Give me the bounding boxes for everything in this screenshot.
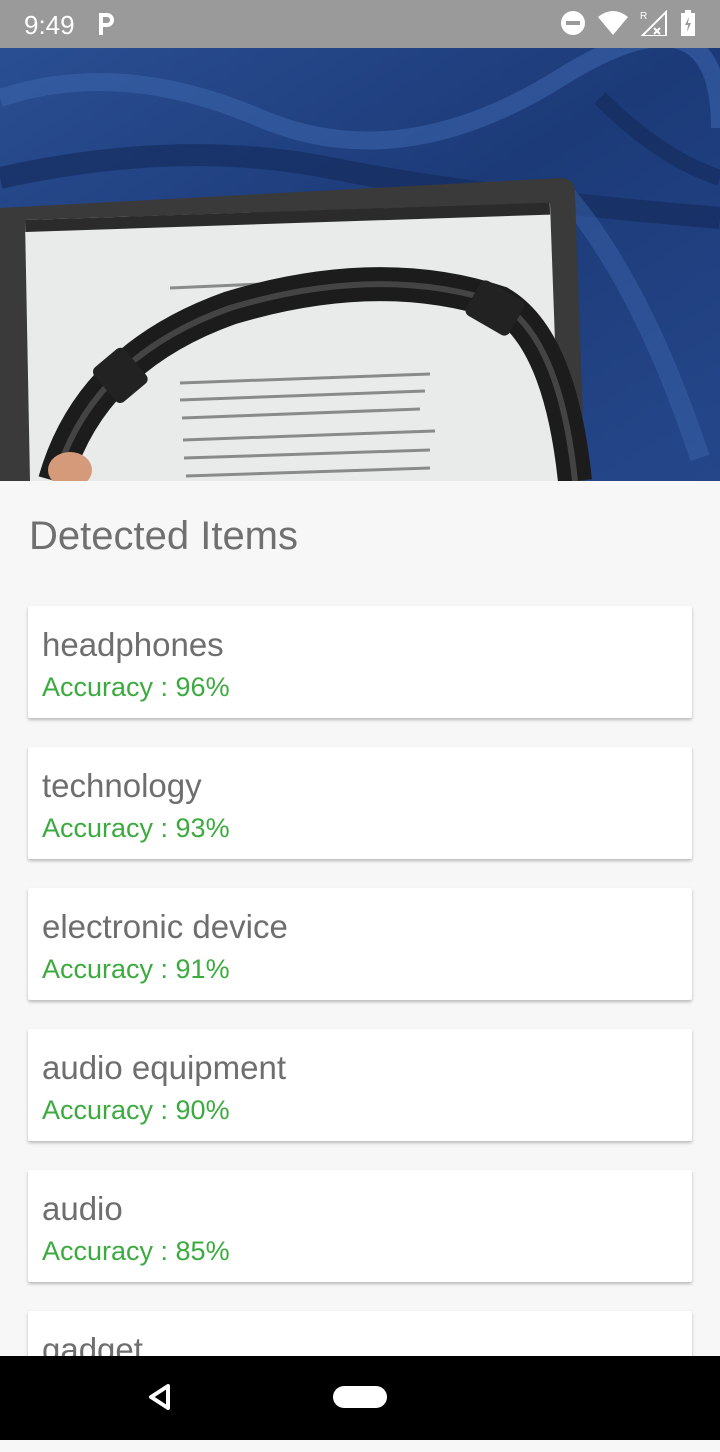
item-accuracy: Accuracy : 96% [42,672,230,702]
list-item[interactable]: audio Accuracy : 85% [28,1170,692,1282]
status-bar: 9:49 R [0,0,720,48]
dnd-icon [560,10,586,41]
list-item[interactable]: technology Accuracy : 93% [28,747,692,859]
item-name: audio equipment [42,1049,287,1086]
item-name: technology [42,767,202,804]
home-button[interactable] [333,1386,387,1408]
battery-icon [680,10,696,41]
p-icon [95,11,117,42]
list-item[interactable]: audio equipment Accuracy : 90% [28,1029,692,1141]
section-title: Detected Items [29,514,299,558]
item-accuracy: Accuracy : 91% [42,954,230,984]
detected-items-list[interactable]: headphones Accuracy : 96% technology Acc… [28,606,692,1452]
wifi-icon [598,11,628,40]
item-name: electronic device [42,908,288,945]
detected-photo [0,38,720,481]
list-item[interactable]: headphones Accuracy : 96% [28,606,692,718]
item-accuracy: Accuracy : 90% [42,1095,230,1125]
item-accuracy: Accuracy : 93% [42,813,230,843]
item-name: headphones [42,626,224,663]
item-accuracy: Accuracy : 85% [42,1236,230,1266]
svg-text:R: R [640,11,647,22]
item-name: audio [42,1190,123,1227]
signal-icon: R [639,9,668,41]
status-time: 9:49 [24,10,75,40]
back-icon[interactable] [146,1382,174,1417]
list-item[interactable]: electronic device Accuracy : 91% [28,888,692,1000]
